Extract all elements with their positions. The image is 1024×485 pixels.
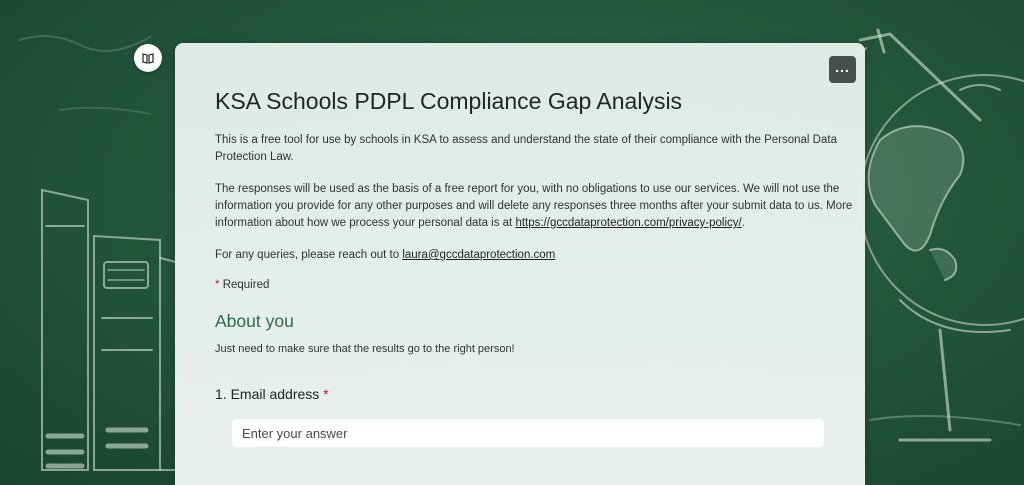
section-title: About you xyxy=(215,311,294,331)
privacy-text-end: . xyxy=(741,217,745,229)
immersive-reader-icon xyxy=(142,53,154,64)
question-label: Email address xyxy=(230,386,320,402)
form-page: ... KSA Schools PDPL Compliance Gap Anal… xyxy=(0,0,1024,485)
contact-text: For any queries, please reach out to xyxy=(215,249,403,261)
privacy-policy-link[interactable]: https://gccdataprotection.com/privacy-po… xyxy=(515,217,741,229)
immersive-reader-button[interactable] xyxy=(134,44,162,72)
more-options-button[interactable]: ... xyxy=(829,56,856,83)
required-star: * xyxy=(215,279,220,291)
email-answer-input[interactable] xyxy=(232,419,824,447)
required-note: * Required xyxy=(215,279,269,291)
contact-email-link[interactable]: laura@gccdataprotection.com xyxy=(402,249,555,261)
required-label: Required xyxy=(222,279,270,291)
question-required-star: * xyxy=(323,386,329,402)
question-number: 1. xyxy=(215,386,227,402)
form-title: KSA Schools PDPL Compliance Gap Analysis xyxy=(215,88,683,114)
more-options-icon: ... xyxy=(835,58,850,75)
form-description-privacy: The responses will be used as the basis … xyxy=(215,181,855,232)
question-email-label: 1. Email address * xyxy=(215,386,329,402)
form-description-intro: This is a free tool for use by schools i… xyxy=(215,134,837,163)
form-description-contact: For any queries, please reach out to lau… xyxy=(215,247,855,264)
section-description: Just need to make sure that the results … xyxy=(215,343,515,355)
